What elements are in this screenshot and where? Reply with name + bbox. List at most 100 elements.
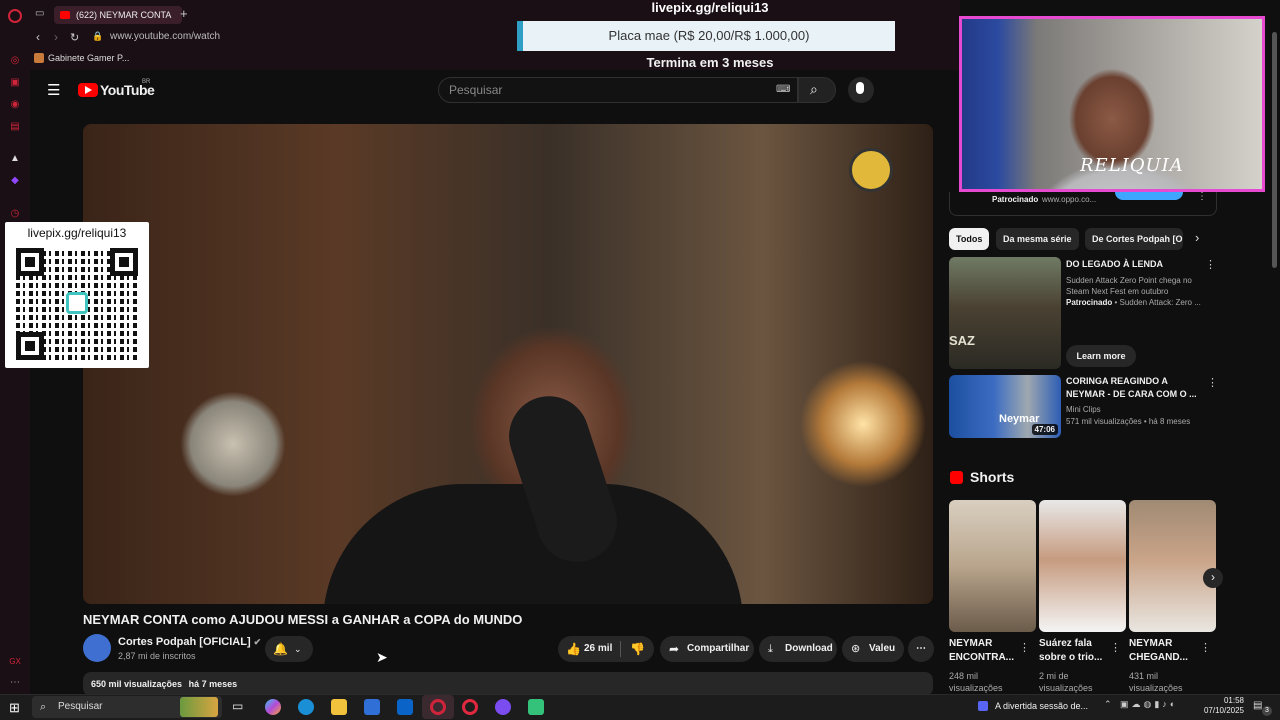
- thanks-label: Valeu: [869, 643, 896, 654]
- video-thumbnail[interactable]: Neymar 47:06: [949, 375, 1061, 438]
- download-label: Download: [785, 643, 833, 654]
- short-thumbnail[interactable]: [1039, 500, 1126, 632]
- video-player[interactable]: [83, 124, 933, 604]
- description-box[interactable]: 650 mil visualizações há 7 meses: [83, 672, 933, 696]
- taskbar-clock[interactable]: 01:58 07/10/2025: [1194, 696, 1244, 716]
- notification-center-icon[interactable]: ▤: [1253, 700, 1262, 711]
- page-scrollbar[interactable]: [1272, 32, 1277, 268]
- dislike-icon[interactable]: 👎: [630, 636, 645, 662]
- tab-youtube[interactable]: (622) NEYMAR CONTA: [54, 6, 182, 24]
- short-more-icon[interactable]: ⋮: [1200, 641, 1211, 654]
- chip-all[interactable]: Todos: [949, 228, 990, 250]
- file-explorer-icon[interactable]: [331, 699, 347, 715]
- like-count[interactable]: 26 mil: [584, 636, 612, 662]
- tray-overflow-icon[interactable]: ⌃: [1104, 699, 1112, 710]
- ad-card[interactable]: Patrocinado www.oppo.co... ⋮: [949, 188, 1217, 216]
- short-more-icon[interactable]: ⋮: [1019, 641, 1030, 654]
- thanks-button[interactable]: ⊛ Valeu: [842, 636, 904, 662]
- video-duration: 47:06: [1031, 424, 1058, 435]
- ad-menu-icon[interactable]: ⋮: [1197, 191, 1207, 202]
- opera-icon[interactable]: [462, 699, 478, 715]
- like-dislike-group: 👍 26 mil 👎: [558, 636, 654, 662]
- donation-goal-bar: Placa mae (R$ 20,00/R$ 1.000,00): [517, 21, 895, 51]
- taskbar-active-opera[interactable]: [422, 695, 454, 719]
- menu-icon[interactable]: ☰: [47, 81, 60, 99]
- short-more-icon[interactable]: ⋮: [1110, 641, 1121, 654]
- overlay-pix-url: livepix.gg/reliqui13: [651, 0, 769, 15]
- crypto-wallet-icon[interactable]: ▣: [8, 76, 22, 90]
- ad-more-icon[interactable]: ⋮: [1205, 258, 1216, 271]
- back-icon[interactable]: ‹: [36, 30, 40, 44]
- obs-icon[interactable]: [495, 699, 511, 715]
- reload-icon[interactable]: ↻: [70, 31, 79, 44]
- taskbar-search[interactable]: ⌕ Pesquisar: [32, 696, 222, 718]
- search-highlight-icon: [180, 697, 218, 717]
- learn-more-button[interactable]: Learn more: [1066, 345, 1136, 367]
- ad-title[interactable]: DO LEGADO À LENDA: [1066, 258, 1163, 270]
- channel-avatar[interactable]: [83, 634, 111, 662]
- ad-sponsored-label: Patrocinado: [1066, 298, 1113, 307]
- shorts-icon: [950, 471, 963, 484]
- tiktok-icon[interactable]: ▲: [8, 152, 22, 166]
- tab-islands-icon[interactable]: ▭: [35, 8, 44, 19]
- new-tab-button[interactable]: +: [180, 6, 188, 21]
- shorts-next-button[interactable]: ›: [1203, 568, 1223, 588]
- qr-code-icon: [16, 248, 138, 360]
- url-field[interactable]: www.youtube.com/watch: [110, 31, 220, 42]
- share-icon: ➦: [669, 642, 680, 656]
- chip-channel[interactable]: De Cortes Podpah [O: [1085, 228, 1183, 250]
- short-title-3a[interactable]: NEYMAR: [1129, 637, 1199, 651]
- channel-watermark-icon: [849, 148, 893, 192]
- video-more-icon[interactable]: ⋮: [1207, 376, 1218, 389]
- copilot-icon[interactable]: [265, 699, 281, 715]
- download-button[interactable]: ⤓ Download: [759, 636, 837, 662]
- short-thumbnail[interactable]: [1129, 500, 1216, 632]
- voice-search-button[interactable]: [848, 77, 874, 103]
- forward-icon[interactable]: ›: [54, 30, 58, 44]
- search-button[interactable]: ⌕: [798, 77, 836, 103]
- messenger-icon[interactable]: ◉: [8, 98, 22, 112]
- opera-logo-icon[interactable]: [8, 9, 22, 23]
- search-input[interactable]: Pesquisar: [438, 77, 798, 103]
- notification-text[interactable]: A divertida sessão de...: [995, 701, 1088, 711]
- ad-thumbnail[interactable]: SAZ: [949, 257, 1061, 369]
- more-actions-button[interactable]: ⋯: [908, 636, 934, 662]
- short-views-3b: visualizações: [1129, 683, 1183, 693]
- short-views-1b: visualizações: [949, 683, 1003, 693]
- aria-icon[interactable]: ◎: [8, 54, 22, 68]
- share-button[interactable]: ➦ Compartilhar: [660, 636, 754, 662]
- player-icon[interactable]: ▤: [8, 120, 22, 134]
- twitch-icon[interactable]: ◆: [8, 174, 22, 188]
- bookmark-item[interactable]: Gabinete Gamer P...: [48, 53, 129, 63]
- video-channel[interactable]: Mini Clips: [1066, 404, 1101, 415]
- short-title-1a[interactable]: NEYMAR: [949, 637, 1019, 651]
- chips-next-icon[interactable]: ›: [1195, 230, 1199, 245]
- history-icon[interactable]: ◷: [8, 207, 22, 221]
- short-title-3b[interactable]: CHEGAND...: [1129, 651, 1199, 665]
- mic-icon: [856, 82, 864, 94]
- short-title-1b[interactable]: ENCONTRA...: [949, 651, 1019, 665]
- gx-icon[interactable]: GX: [8, 655, 22, 669]
- chat-app-icon[interactable]: [528, 699, 544, 715]
- taskbar-search-icon: ⌕: [40, 701, 47, 713]
- ad-line-2: Sudden Attack Zero Point chega no: [1066, 276, 1192, 285]
- store-icon[interactable]: [364, 699, 380, 715]
- more-icon[interactable]: ⋯: [8, 676, 22, 690]
- short-title-2b[interactable]: sobre o trio...: [1039, 651, 1109, 665]
- windows-start-icon[interactable]: ⊞: [9, 700, 20, 716]
- short-views-3a: 431 mil: [1129, 671, 1159, 681]
- keyboard-icon[interactable]: ⌨: [776, 84, 790, 95]
- outlook-icon[interactable]: [397, 699, 413, 715]
- edge-icon[interactable]: [298, 699, 314, 715]
- short-title-2a[interactable]: Suárez fala: [1039, 637, 1109, 651]
- clock-time: 01:58: [1223, 696, 1244, 705]
- like-icon[interactable]: 👍: [566, 636, 581, 662]
- chip-same-series[interactable]: Da mesma série: [996, 228, 1079, 250]
- channel-name[interactable]: Cortes Podpah [OFICIAL] ✔: [118, 636, 261, 648]
- video-title-line-2[interactable]: NEYMAR - DE CARA COM O ...: [1066, 388, 1197, 400]
- short-thumbnail[interactable]: [949, 500, 1036, 632]
- video-title-line-1[interactable]: CORINGA REAGINDO A: [1066, 375, 1168, 387]
- subscription-bell-button[interactable]: 🔔 ⌄: [265, 636, 313, 662]
- task-view-icon[interactable]: ▭: [232, 699, 248, 715]
- tray-icons[interactable]: ▣☁◍▮♪◐: [1120, 699, 1178, 710]
